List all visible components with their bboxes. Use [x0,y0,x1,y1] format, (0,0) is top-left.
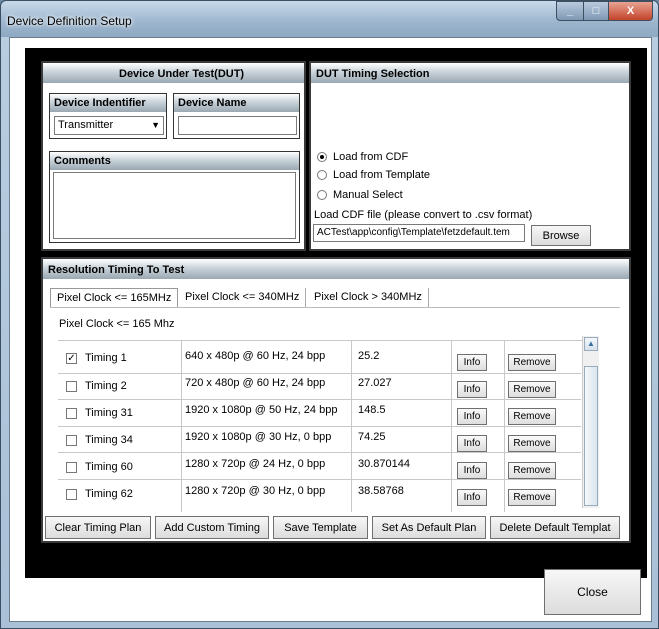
info-button[interactable]: Info [457,408,487,425]
chevron-down-icon: ▼ [151,120,160,130]
device-identifier-group: Device Indentifier Transmitter ▼ [49,93,167,139]
radio-load-cdf-label: Load from CDF [333,151,409,163]
radio-load-template[interactable]: Load from Template [317,169,430,181]
clear-timing-plan-button[interactable]: Clear Timing Plan [45,516,151,539]
resolution-panel-title: Resolution Timing To Test [48,264,185,276]
remove-button[interactable]: Remove [508,408,556,425]
device-name-label: Device Name [174,94,299,112]
timing-clock: 27.027 [358,377,392,389]
cdf-path-input[interactable]: ACTest\app\config\Template\fetzdefault.t… [313,224,525,242]
timing-clock: 25.2 [358,350,380,362]
delete-default-template-button[interactable]: Delete Default Templat [490,516,620,539]
dut-panel-title: Device Under Test(DUT) [119,68,245,80]
timing-name: Timing 1 [85,352,127,364]
timing-format: 1920 x 1080p @ 50 Hz, 24 bpp [185,404,338,416]
timing-name: Timing 62 [85,488,133,500]
window-close-button[interactable]: X [608,1,653,21]
grid-row-divider [58,426,581,427]
add-custom-timing-button[interactable]: Add Custom Timing [155,516,269,539]
timing-clock: 30.870144 [358,458,410,470]
info-button[interactable]: Info [457,489,487,506]
grid-row-divider [58,399,581,400]
timing-checkbox[interactable] [66,435,77,446]
timing-name: Timing 2 [85,380,127,392]
device-identifier-label: Device Indentifier [50,94,166,112]
scroll-thumb[interactable] [584,366,598,506]
close-button[interactable]: Close [544,569,641,615]
timing-selection-title: DUT Timing Selection [316,68,430,80]
radio-manual-select-label: Manual Select [333,189,403,201]
grid-row-divider [58,373,581,374]
window-title: Device Definition Setup [7,14,132,28]
dut-panel: Device Under Test(DUT) Device Indentifie… [41,61,306,251]
comments-group: Comments [49,151,300,243]
radio-manual-select[interactable]: Manual Select [317,189,403,201]
timing-name: Timing 31 [85,407,133,419]
remove-button[interactable]: Remove [508,435,556,452]
timing-checkbox[interactable] [66,408,77,419]
radio-icon [317,190,327,200]
grid-row-divider [58,479,581,480]
timing-clock: 38.58768 [358,485,404,497]
comments-label: Comments [50,152,299,170]
info-button[interactable]: Info [457,381,487,398]
tab-pixel-clock-165[interactable]: Pixel Clock <= 165MHz [50,288,179,308]
timing-checkbox[interactable] [66,489,77,500]
close-icon: X [626,5,635,17]
grid-scrollbar[interactable]: ▲ [582,336,599,508]
tab-pixel-clock-340[interactable]: Pixel Clock <= 340MHz [179,288,307,308]
dialog-window: Device Definition Setup _ □ X Device Und… [0,0,659,629]
scroll-up-button[interactable]: ▲ [584,337,598,351]
timing-format: 640 x 480p @ 60 Hz, 24 bpp [185,350,326,362]
timing-format: 1920 x 1080p @ 30 Hz, 0 bpp [185,431,332,443]
timing-format: 1280 x 720p @ 24 Hz, 0 bpp [185,458,326,470]
timing-checkbox[interactable]: ✓ [66,353,77,364]
remove-button[interactable]: Remove [508,381,556,398]
resolution-panel-header: Resolution Timing To Test [43,259,629,279]
maximize-button[interactable]: □ [583,1,609,21]
timing-format: 1280 x 720p @ 30 Hz, 0 bpp [185,485,326,497]
device-identifier-value: Transmitter [58,119,114,131]
remove-button[interactable]: Remove [508,354,556,371]
radio-load-template-label: Load from Template [333,169,431,181]
timing-name: Timing 34 [85,434,133,446]
timing-format: 720 x 480p @ 60 Hz, 24 bpp [185,377,326,389]
device-name-group: Device Name [173,93,300,139]
dut-panel-header: Device Under Test(DUT) [43,63,304,83]
radio-selected-icon [317,152,327,162]
timing-clock: 148.5 [358,404,386,416]
tab-strip-line [50,307,620,308]
timing-clock: 74.25 [358,431,386,443]
radio-icon [317,170,327,180]
grid-row-divider [58,452,581,453]
remove-button[interactable]: Remove [508,489,556,506]
minimize-button[interactable]: _ [556,1,584,21]
info-button[interactable]: Info [457,462,487,479]
device-identifier-select[interactable]: Transmitter ▼ [54,116,164,135]
maximize-icon: □ [592,5,600,17]
info-button[interactable]: Info [457,435,487,452]
timing-checkbox[interactable] [66,381,77,392]
radio-load-cdf[interactable]: Load from CDF [317,151,408,163]
info-button[interactable]: Info [457,354,487,371]
comments-input[interactable] [53,172,296,239]
timing-name: Timing 60 [85,461,133,473]
cdf-file-label: Load CDF file (please convert to .csv fo… [314,209,533,221]
pixel-clock-group-label: Pixel Clock <= 165 Mhz [59,318,175,330]
tab-pixel-clock-over-340[interactable]: Pixel Clock > 340MHz [308,288,429,308]
remove-button[interactable]: Remove [508,462,556,479]
save-template-button[interactable]: Save Template [273,516,368,539]
timing-checkbox[interactable] [66,462,77,473]
timing-selection-header: DUT Timing Selection [311,63,629,83]
browse-button[interactable]: Browse [531,225,591,246]
device-name-input[interactable] [178,116,297,135]
set-default-plan-button[interactable]: Set As Default Plan [372,516,486,539]
title-bar[interactable]: Device Definition Setup _ □ X [1,1,658,37]
minimize-icon: _ [566,5,574,17]
